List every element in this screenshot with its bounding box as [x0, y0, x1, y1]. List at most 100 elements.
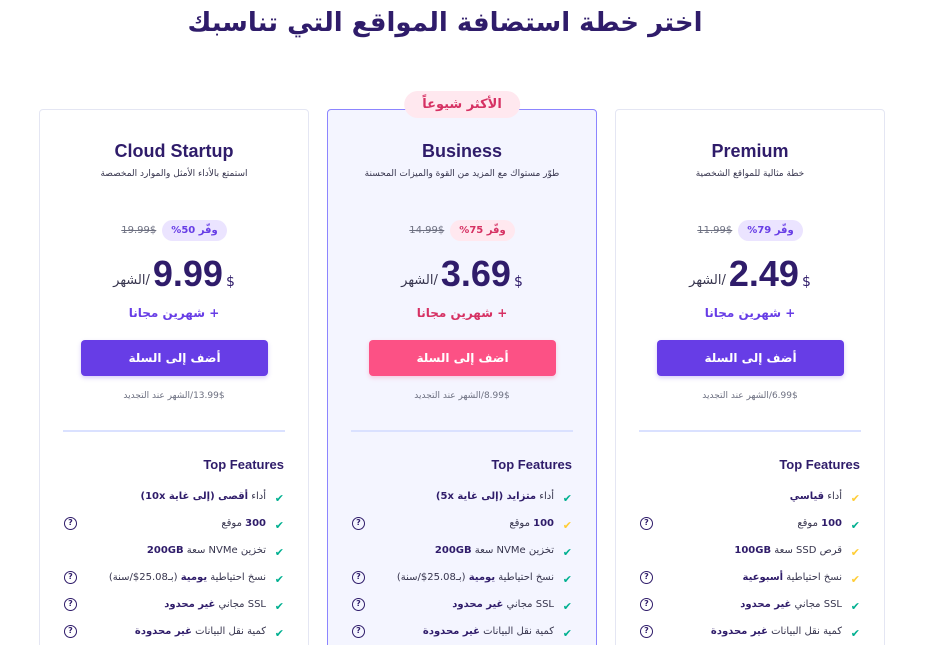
- feature-text-pre: كمية نقل البيانات: [479, 626, 554, 637]
- renewal-price: 8.99$/الشهر عند التجديد: [414, 391, 510, 401]
- feature-item: ✔ أداء أقصى (إلى غاية 10x): [40, 489, 308, 516]
- price-row: /الشهر 9.99 $: [40, 254, 308, 294]
- check-icon: ✔: [850, 627, 860, 640]
- check-icon: ✔: [850, 546, 860, 559]
- price-row: /الشهر 2.49 $: [616, 254, 884, 294]
- feature-list: ✔ أداء قياسي ✔ 100 موقع? ✔ قرص SSD سعة 100GB ✔…: [616, 489, 884, 645]
- save-badge: وفّر 50%: [162, 220, 227, 241]
- check-icon: ✔: [274, 519, 284, 532]
- feature-text-pre: نسخ احتياطية: [207, 572, 266, 583]
- check-icon: ✔: [562, 573, 572, 586]
- check-icon: ✔: [274, 492, 284, 505]
- plan-name: Premium: [711, 141, 789, 161]
- feature-text-bold: أسبوعية: [742, 572, 784, 583]
- feature-text: كمية نقل البيانات غير محدودة: [135, 626, 266, 637]
- feature-text-bold: 200GB: [434, 545, 472, 556]
- feature-text-bold: غير محدود: [740, 599, 792, 610]
- old-price: 14.99$: [409, 225, 445, 236]
- feature-item: ✔ تخزين NVMe سعة 200GB: [328, 543, 596, 570]
- renewal-price: 6.99$/الشهر عند التجديد: [702, 391, 798, 401]
- feature-text-bold: غير محدودة: [422, 626, 480, 637]
- features-title: Top Features: [203, 457, 284, 472]
- price-period: /الشهر: [401, 273, 438, 288]
- feature-item: ✔ كمية نقل البيانات غير محدودة?: [328, 624, 596, 645]
- feature-text-bold: 100: [821, 518, 842, 529]
- plan-card-cloud-startup: Cloud Startup استمتع بالأداء الأمثل والم…: [39, 109, 309, 645]
- feature-text: 300 موقع: [221, 518, 266, 529]
- feature-item: ✔ نسخ احتياطية أسبوعية?: [616, 570, 884, 597]
- check-icon: ✔: [562, 519, 572, 532]
- feature-text-pre: أداء: [536, 491, 554, 502]
- feature-text: تخزين NVMe سعة 200GB: [435, 545, 554, 556]
- help-icon[interactable]: ?: [64, 598, 77, 611]
- feature-text-bold: 300: [245, 518, 266, 529]
- feature-text: كمية نقل البيانات غير محدودة: [423, 626, 554, 637]
- help-icon[interactable]: ?: [352, 625, 365, 638]
- renewal-price: 13.99$/الشهر عند التجديد: [123, 391, 225, 401]
- save-badge: وفّر 79%: [738, 220, 803, 241]
- feature-text-bold: يومية: [180, 572, 208, 583]
- help-icon[interactable]: ?: [352, 571, 365, 584]
- feature-text-bold: غير محدود: [452, 599, 504, 610]
- help-icon[interactable]: ?: [640, 571, 653, 584]
- feature-text-pre: أداء: [824, 491, 842, 502]
- feature-text: نسخ احتياطية أسبوعية: [743, 572, 843, 583]
- help-icon[interactable]: ?: [64, 517, 77, 530]
- check-icon: ✔: [274, 573, 284, 586]
- help-icon[interactable]: ?: [64, 625, 77, 638]
- feature-text: قرص SSD سعة 100GB: [734, 545, 842, 556]
- feature-text-pre: نسخ احتياطية: [783, 572, 842, 583]
- feature-text-bold: متزايد (إلى غاية 5x): [435, 491, 537, 502]
- feature-text-bold: أقصى (إلى غاية 10x): [140, 491, 249, 502]
- feature-list: ✔ أداء أقصى (إلى غاية 10x) ✔ 300 موقع? ✔ تخزي…: [40, 489, 308, 645]
- features-title: Top Features: [491, 457, 572, 472]
- check-icon: ✔: [562, 600, 572, 613]
- bonus-months: + شهرين مجانا: [416, 306, 508, 320]
- divider: [63, 430, 285, 432]
- add-to-cart-button[interactable]: أضف إلى السلة: [369, 340, 556, 376]
- feature-text-pre: كمية نقل البيانات: [191, 626, 266, 637]
- old-price: 19.99$: [121, 225, 157, 236]
- feature-item: ✔ نسخ احتياطية يومية (بـ25.08$/سنة)?: [328, 570, 596, 597]
- feature-item: ✔ كمية نقل البيانات غير محدودة?: [40, 624, 308, 645]
- feature-item: ✔ 100 موقع?: [616, 516, 884, 543]
- feature-text: 100 موقع: [797, 518, 842, 529]
- save-badge: وفّر 75%: [450, 220, 515, 241]
- feature-item: ✔ SSL مجاني غير محدود?: [328, 597, 596, 624]
- add-to-cart-button[interactable]: أضف إلى السلة: [657, 340, 844, 376]
- feature-text-post: (بـ25.08$/سنة): [108, 572, 181, 583]
- help-icon[interactable]: ?: [352, 517, 365, 530]
- feature-text-post: موقع: [797, 518, 822, 529]
- feature-item: ✔ أداء قياسي: [616, 489, 884, 516]
- price-amount: 9.99: [152, 253, 223, 294]
- price-amount: 3.69: [440, 253, 511, 294]
- price-period: /الشهر: [113, 273, 150, 288]
- help-icon[interactable]: ?: [64, 571, 77, 584]
- feature-text: SSL مجاني غير محدود: [452, 599, 554, 610]
- feature-list: ✔ أداء متزايد (إلى غاية 5x) ✔ 100 موقع? ✔ تخز…: [328, 489, 596, 645]
- plan-description: طوّر مستواك مع المزيد من القوة والميزات …: [364, 169, 560, 179]
- check-icon: ✔: [850, 519, 860, 532]
- feature-text: نسخ احتياطية يومية (بـ25.08$/سنة): [109, 572, 266, 583]
- features-title: Top Features: [779, 457, 860, 472]
- plan-description: استمتع بالأداء الأمثل والموارد المخصصة: [100, 169, 248, 179]
- divider: [351, 430, 573, 432]
- help-icon[interactable]: ?: [352, 598, 365, 611]
- feature-item: ✔ كمية نقل البيانات غير محدودة?: [616, 624, 884, 645]
- feature-text-post: موقع: [221, 518, 246, 529]
- price-currency: $: [801, 274, 811, 290]
- feature-text: أداء قياسي: [790, 491, 842, 502]
- divider: [639, 430, 861, 432]
- check-icon: ✔: [562, 546, 572, 559]
- check-icon: ✔: [850, 600, 860, 613]
- check-icon: ✔: [274, 546, 284, 559]
- page-title: اختر خطة استضافة المواقع التي تناسبك: [187, 8, 703, 38]
- check-icon: ✔: [274, 600, 284, 613]
- feature-item: ✔ 100 موقع?: [328, 516, 596, 543]
- help-icon[interactable]: ?: [640, 625, 653, 638]
- help-icon[interactable]: ?: [640, 598, 653, 611]
- add-to-cart-button[interactable]: أضف إلى السلة: [81, 340, 268, 376]
- price-currency: $: [225, 274, 235, 290]
- feature-item: ✔ SSL مجاني غير محدود?: [616, 597, 884, 624]
- help-icon[interactable]: ?: [640, 517, 653, 530]
